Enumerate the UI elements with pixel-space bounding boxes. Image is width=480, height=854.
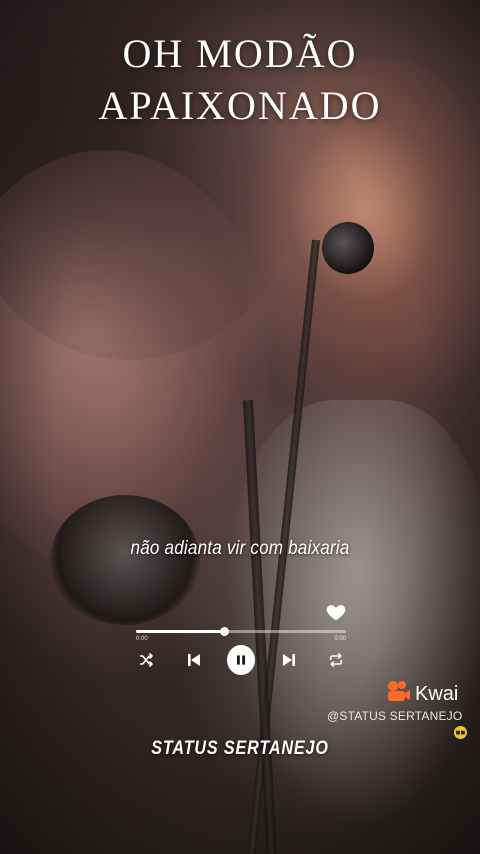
- progress-bar[interactable]: 0:00 0:00: [136, 627, 346, 642]
- sunglasses-emoji-icon: ■■: [454, 726, 467, 739]
- channel-name: STATUS SERTANEJO: [151, 738, 329, 759]
- overlay-title-line1: OH MODÃO: [122, 31, 358, 76]
- overlay-title: OH MODÃO APAIXONADO: [0, 28, 480, 132]
- progress-track[interactable]: [136, 627, 346, 636]
- overlay-title-line2: APAIXONADO: [98, 83, 382, 128]
- kwai-logo-icon: [385, 680, 411, 708]
- elapsed-time: 0:00: [136, 636, 148, 642]
- kwai-watermark: Kwai: [385, 680, 458, 708]
- skip-previous-icon[interactable]: [180, 646, 208, 674]
- play-pause-button[interactable]: [227, 645, 255, 675]
- kwai-app-name: Kwai: [415, 682, 459, 705]
- kwai-handle: @STATUS SERTANEJO: [327, 709, 463, 723]
- player-controls: [132, 644, 350, 676]
- total-time: 0:00: [334, 636, 346, 642]
- progress-knob[interactable]: [220, 627, 230, 636]
- lyric-caption: não adianta vir com baixaria: [130, 538, 350, 559]
- time-labels: 0:00 0:00: [136, 636, 346, 642]
- video-frame[interactable]: OH MODÃO APAIXONADO não adianta vir com …: [0, 0, 480, 854]
- shuffle-icon[interactable]: [132, 646, 160, 674]
- pause-icon[interactable]: [227, 645, 255, 675]
- skip-next-icon[interactable]: [275, 646, 303, 674]
- repeat-icon[interactable]: [322, 646, 350, 674]
- progress-fill: [136, 630, 225, 633]
- heart-icon[interactable]: [325, 601, 347, 623]
